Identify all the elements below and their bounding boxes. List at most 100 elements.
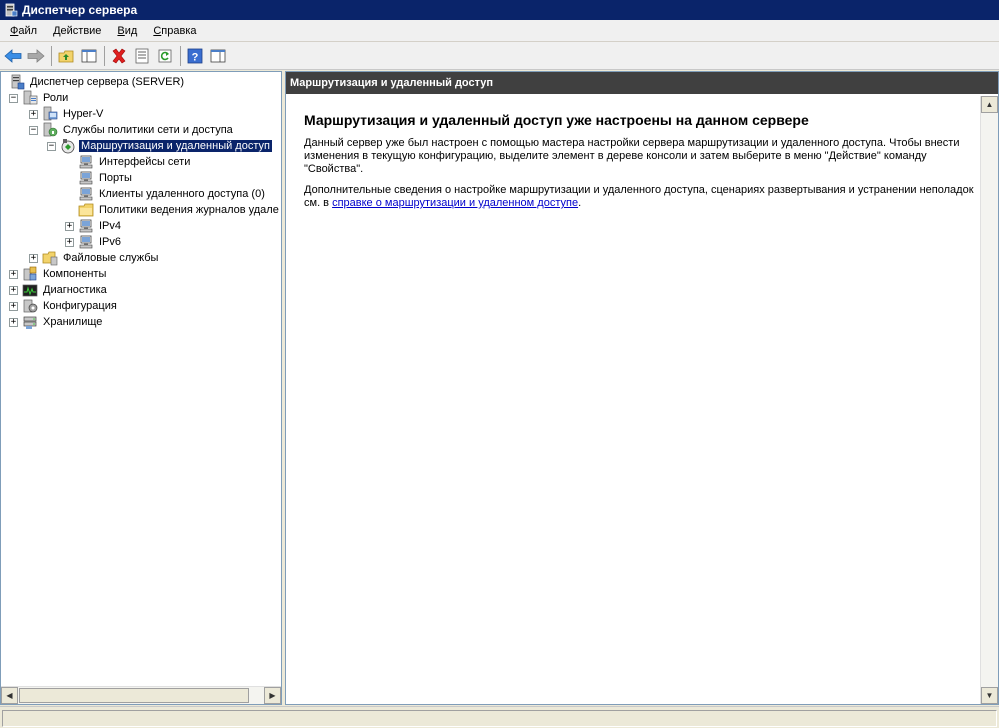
collapse-minus-icon[interactable]: − [29,125,38,135]
expand-plus-icon[interactable]: + [9,317,18,327]
tree-node[interactable]: + Диагностика [9,282,109,298]
menu-item-1[interactable]: Действие [45,23,109,39]
expand-plus-icon[interactable]: + [65,221,74,231]
tree-node[interactable]: + Конфигурация [9,298,119,314]
console-tree-pane: Диспетчер сервера (SERVER) − Роли + Hyper-V −… [0,71,282,705]
tree-node-label[interactable]: Маршрутизация и удаленный доступ [78,139,273,153]
tree-node[interactable]: + Хранилище [9,314,104,330]
tree-node[interactable]: + IPv6 [65,234,123,250]
details-content: Маршрутизация и удаленный доступ уже нас… [286,96,980,704]
tree-node[interactable]: − Роли [9,90,70,106]
features-icon [22,266,38,282]
roles-icon [22,90,38,106]
help-button[interactable]: ? [184,45,206,67]
menu-item-3[interactable]: Справка [145,23,204,39]
collapse-minus-icon[interactable]: − [47,141,56,151]
tree-node[interactable]: Интерфейсы сети [65,154,192,170]
collapse-minus-icon[interactable]: − [9,93,18,103]
tree-node-label[interactable]: IPv4 [97,220,123,232]
scroll-right-arrow-icon[interactable]: ▶ [264,687,281,704]
tree-node-label[interactable]: Роли [41,92,70,104]
tree-node[interactable]: + Компоненты [9,266,108,282]
action-pane-button[interactable] [207,45,229,67]
tree-horizontal-scrollbar[interactable]: ◀ ▶ [1,686,281,704]
ipv4-icon [78,218,94,234]
expand-plus-icon[interactable]: + [29,253,38,263]
scroll-down-arrow-icon[interactable]: ▼ [981,687,998,704]
content-paragraph-help: Дополнительные сведения о настройке марш… [304,184,984,210]
console-tree: Диспетчер сервера (SERVER) − Роли + Hyper-V −… [1,72,281,686]
back-arrow-icon [4,48,22,63]
configuration-icon [22,298,38,314]
tree-node-label[interactable]: Клиенты удаленного доступа (0) [97,188,267,200]
folder-icon [78,202,94,218]
menu-bar: Файл Действие Вид Справка [0,20,999,42]
tree-node-label[interactable]: Службы политики сети и доступа [61,124,235,136]
toolbar-separator [180,45,181,66]
tree-node-label[interactable]: Диспетчер сервера (SERVER) [28,76,186,88]
expand-plus-icon[interactable]: + [9,301,18,311]
routing-help-link[interactable]: справке о маршрутизации и удаленном дост… [332,197,578,209]
tree-node-label[interactable]: Компоненты [41,268,108,280]
content-paragraph: Данный сервер уже был настроен с помощью… [304,137,960,175]
network-interfaces-icon [78,154,94,170]
tree-node[interactable]: Клиенты удаленного доступа (0) [65,186,267,202]
properties-button[interactable] [131,45,153,67]
tree-node-label[interactable]: Политики ведения журналов удале [97,204,281,216]
expand-plus-icon[interactable]: + [9,269,18,279]
back-button[interactable] [2,45,24,67]
tree-node-label[interactable]: Конфигурация [41,300,119,312]
toolbar-separator [104,45,105,66]
tree-node[interactable]: Порты [65,170,134,186]
tree-node[interactable]: Политики ведения журналов удале [65,202,281,218]
content-title: Маршрутизация и удаленный доступ уже нас… [304,112,809,128]
tree-node[interactable]: Диспетчер сервера (SERVER) [9,74,186,90]
delete-x-icon [112,48,126,63]
title-bar: Диспетчер сервера [0,0,999,20]
tree-node-label[interactable]: Интерфейсы сети [97,156,192,168]
refresh-icon [158,49,172,62]
tree-node[interactable]: + IPv4 [65,218,123,234]
properties-icon [135,48,149,63]
up-folder-button[interactable] [55,45,77,67]
expand-plus-icon[interactable]: + [9,285,18,295]
help-text-end: . [578,197,582,209]
expand-plus-icon[interactable]: + [29,109,38,119]
scroll-thumb[interactable] [19,688,249,703]
tree-node-label[interactable]: Хранилище [41,316,104,328]
file-services-icon [42,250,58,266]
tree-node-label[interactable]: Файловые службы [61,252,160,264]
remote-clients-icon [78,186,94,202]
scroll-left-arrow-icon[interactable]: ◀ [1,687,18,704]
refresh-button[interactable] [154,45,176,67]
details-pane: Маршрутизация и удаленный доступ Маршрут… [285,71,999,705]
scroll-track[interactable] [18,687,264,704]
tree-node-label[interactable]: Hyper-V [61,108,105,120]
menu-item-0[interactable]: Файл [2,23,45,39]
ports-icon [78,170,94,186]
menu-item-2[interactable]: Вид [109,23,145,39]
delete-button[interactable] [108,45,130,67]
diagnostics-icon [22,282,38,298]
show-hide-tree-button[interactable] [78,45,100,67]
forward-arrow-icon [27,48,45,63]
status-bar [0,706,999,728]
tree-node[interactable]: − Службы политики сети и доступа [29,122,235,138]
tree-node-label[interactable]: IPv6 [97,236,123,248]
server-manager-icon [4,3,18,17]
up-folder-icon [58,50,74,62]
expand-plus-icon[interactable]: + [65,237,74,247]
tree-node[interactable]: + Файловые службы [29,250,160,266]
forward-button[interactable] [25,45,47,67]
svg-text:?: ? [192,51,199,63]
details-pane-header: Маршрутизация и удаленный доступ [286,72,998,94]
scroll-up-arrow-icon[interactable]: ▲ [981,96,998,113]
tree-node-label[interactable]: Диагностика [41,284,109,296]
details-vertical-scrollbar[interactable]: ▲ ▼ [980,96,998,704]
tree-node[interactable]: − Маршрутизация и удаленный доступ [47,138,273,154]
tree-node-label[interactable]: Порты [97,172,134,184]
tree-node[interactable]: + Hyper-V [29,106,105,122]
window-title: Диспетчер сервера [22,3,138,17]
